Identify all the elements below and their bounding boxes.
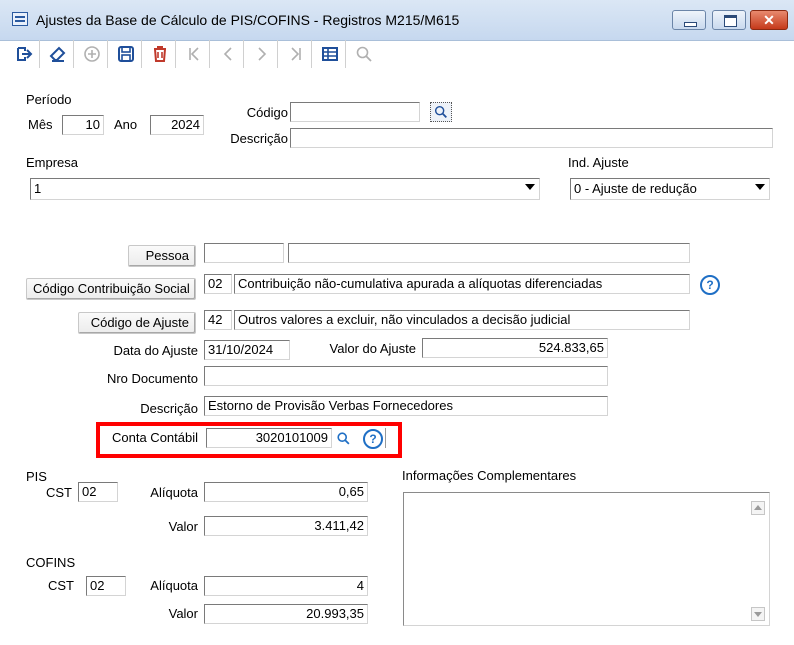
- pis-cst-label: CST: [46, 485, 72, 500]
- add-icon[interactable]: [76, 40, 108, 68]
- save-icon[interactable]: [110, 40, 142, 68]
- pis-title: PIS: [26, 469, 47, 484]
- pessoa-code-field[interactable]: [204, 243, 284, 263]
- contribuicao-code-field[interactable]: 02: [204, 274, 232, 294]
- app-icon: [12, 12, 28, 26]
- codigo-search-button[interactable]: [430, 102, 452, 122]
- eraser-icon[interactable]: [42, 40, 74, 68]
- ind-ajuste-select[interactable]: 0 - Ajuste de redução: [570, 178, 770, 200]
- maximize-button[interactable]: [712, 10, 746, 30]
- previous-icon[interactable]: [212, 40, 244, 68]
- chevron-down-icon: [755, 184, 765, 190]
- contribuicao-desc-field: Contribuição não-cumulativa apurada a al…: [234, 274, 690, 294]
- pis-valor-label: Valor: [168, 519, 198, 534]
- codigo-label: Código: [246, 105, 288, 120]
- first-icon[interactable]: [178, 40, 210, 68]
- nro-documento-field[interactable]: [204, 366, 608, 386]
- descricao-label: Descrição: [140, 401, 198, 416]
- mes-label: Mês: [28, 117, 53, 132]
- periodo-label: Período: [26, 92, 72, 107]
- empresa-value: 1: [34, 181, 42, 196]
- ajuste-code-field[interactable]: 42: [204, 310, 232, 330]
- cofins-cst-label: CST: [48, 578, 74, 593]
- minimize-button[interactable]: [672, 10, 706, 30]
- cofins-cst-field[interactable]: 02: [86, 576, 126, 596]
- data-ajuste-field[interactable]: 31/10/2024: [204, 340, 290, 360]
- magnifier-icon: [434, 105, 447, 118]
- cofins-valor-label: Valor: [168, 606, 198, 621]
- grid-icon[interactable]: [314, 40, 346, 68]
- cofins-aliquota-label: Alíquota: [150, 578, 198, 593]
- ano-field[interactable]: 2024: [150, 115, 204, 135]
- codigo-descricao-field[interactable]: [290, 128, 773, 148]
- mes-field[interactable]: 10: [62, 115, 104, 135]
- empresa-label: Empresa: [26, 155, 79, 170]
- next-icon[interactable]: [246, 40, 278, 68]
- info-label: Informações Complementares: [402, 468, 577, 483]
- codigo-descricao-label: Descrição: [230, 131, 288, 146]
- chevron-down-icon: [525, 184, 535, 190]
- ind-ajuste-label: Ind. Ajuste: [568, 155, 629, 170]
- highlight-box: [96, 422, 402, 458]
- exit-icon[interactable]: [8, 40, 40, 68]
- nro-documento-label: Nro Documento: [106, 371, 198, 386]
- close-button[interactable]: ✕: [750, 10, 788, 30]
- scroll-down-button[interactable]: [751, 607, 765, 621]
- help-icon[interactable]: ?: [700, 275, 720, 295]
- pis-cst-field[interactable]: 02: [78, 482, 118, 502]
- pis-aliquota-label: Alíquota: [150, 485, 198, 500]
- valor-ajuste-label: Valor do Ajuste: [329, 341, 416, 356]
- info-textarea[interactable]: [403, 492, 770, 626]
- codigo-ajuste-button[interactable]: Código de Ajuste: [78, 312, 196, 334]
- pessoa-button[interactable]: Pessoa: [128, 245, 196, 267]
- scroll-up-button[interactable]: [751, 501, 765, 515]
- cofins-title: COFINS: [26, 555, 76, 570]
- search-icon[interactable]: [348, 40, 380, 68]
- pis-aliquota-field[interactable]: 0,65: [204, 482, 368, 502]
- cofins-aliquota-field[interactable]: 4: [204, 576, 368, 596]
- pessoa-name-field[interactable]: [288, 243, 690, 263]
- cofins-valor-field[interactable]: 20.993,35: [204, 604, 368, 624]
- contribuicao-social-button[interactable]: Código Contribuição Social: [26, 278, 196, 300]
- data-ajuste-label: Data do Ajuste: [113, 343, 198, 358]
- pis-valor-field[interactable]: 3.411,42: [204, 516, 368, 536]
- ano-label: Ano: [114, 117, 138, 132]
- last-icon[interactable]: [280, 40, 312, 68]
- codigo-field[interactable]: [290, 102, 420, 122]
- delete-icon[interactable]: [144, 40, 176, 68]
- descricao-field[interactable]: Estorno de Provisão Verbas Fornecedores: [204, 396, 608, 416]
- ind-ajuste-value: 0 - Ajuste de redução: [574, 181, 697, 196]
- window-title: Ajustes da Base de Cálculo de PIS/COFINS…: [36, 12, 460, 28]
- empresa-select[interactable]: 1: [30, 178, 540, 200]
- valor-ajuste-field[interactable]: 524.833,65: [422, 338, 608, 358]
- ajuste-desc-field: Outros valores a excluir, não vinculados…: [234, 310, 690, 330]
